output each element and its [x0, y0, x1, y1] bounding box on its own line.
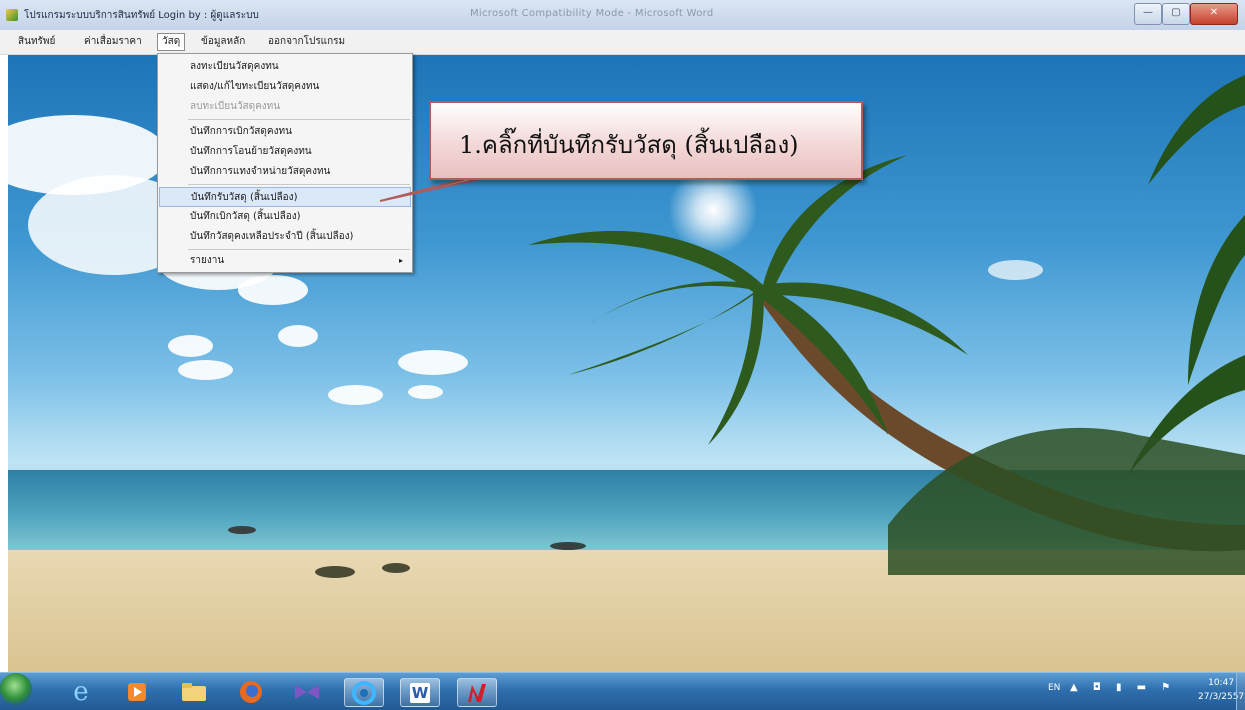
- menu-item-dispose-durable[interactable]: บันทึกการแทงจำหน่ายวัสดุคงทน: [159, 162, 411, 182]
- play-icon: [128, 682, 146, 701]
- internet-explorer-icon[interactable]: e: [62, 677, 100, 707]
- menu-item-yearly-remaining-consumables[interactable]: บันทึกวัสดุคงเหลือประจำปี (สิ้นเปลือง): [159, 227, 411, 247]
- window-title: โปรแกรมระบบบริการสินทรัพย์ Login by : ผู…: [24, 10, 259, 21]
- menu-master-data[interactable]: ข้อมูลหลัก: [197, 34, 249, 50]
- red-app-icon[interactable]: [457, 678, 497, 707]
- menu-bar: สินทรัพย์ ค่าเสื่อมราคา วัสดุ ข้อมูลหลัก…: [0, 30, 1245, 55]
- title-bar: โปรแกรมระบบบริการสินทรัพย์ Login by : ผู…: [0, 0, 1245, 31]
- submenu-arrow-icon: ▸: [398, 256, 403, 265]
- menu-separator: [188, 119, 410, 120]
- bowtie-icon: [295, 684, 319, 699]
- background-window-title: Microsoft Compatibility Mode - Microsoft…: [470, 8, 714, 19]
- maximize-button[interactable]: ▢: [1162, 3, 1190, 25]
- close-button[interactable]: ✕: [1190, 3, 1238, 25]
- materials-dropdown-menu: ลงทะเบียนวัสดุคงทน แสดง/แก้ไขทะเบียนวัสด…: [157, 53, 413, 273]
- menu-separator: [188, 249, 410, 250]
- menu-item-reports[interactable]: รายงาน ▸: [159, 251, 411, 271]
- app-icon: [6, 9, 18, 21]
- menu-item-withdraw-consumables[interactable]: บันทึกเบิกวัสดุ (สิ้นเปลือง): [159, 207, 411, 227]
- word-icon[interactable]: W: [400, 678, 440, 707]
- menu-assets[interactable]: สินทรัพย์: [14, 34, 59, 50]
- visual-studio-icon[interactable]: [288, 678, 326, 705]
- media-player-icon[interactable]: [118, 678, 156, 705]
- instruction-callout: 1.คลิ๊กที่บันทึกรับวัสดุ (สิ้นเปลือง): [429, 101, 863, 180]
- menu-item-edit-durable-register[interactable]: แสดง/แก้ไขทะเบียนวัสดุคงทน: [159, 77, 411, 97]
- folder-icon: [182, 682, 206, 701]
- firefox-globe-icon: [240, 680, 262, 703]
- taskbar: e W EN ▲ ◘ ▮ ▬ ⚑ 10:47 27/3/2557: [0, 672, 1245, 710]
- show-desktop-button[interactable]: [1236, 673, 1245, 710]
- menu-item-transfer-durable[interactable]: บันทึกการโอนย้ายวัสดุคงทน: [159, 142, 411, 162]
- menu-item-receive-consumables[interactable]: บันทึกรับวัสดุ (สิ้นเปลือง): [159, 187, 411, 207]
- menu-exit[interactable]: ออกจากโปรแกรม: [264, 34, 349, 50]
- language-indicator[interactable]: EN: [1048, 683, 1060, 693]
- menu-item-register-durable[interactable]: ลงทะเบียนวัสดุคงทน: [159, 57, 411, 77]
- firefox-icon[interactable]: [232, 678, 270, 705]
- menu-item-reports-label: รายงาน: [190, 255, 225, 266]
- menu-item-delete-durable-register[interactable]: ลบทะเบียนวัสดุคงทน: [159, 97, 411, 117]
- menu-separator: [188, 184, 410, 185]
- red-n-logo-icon: [468, 683, 486, 702]
- callout-text: 1.คลิ๊กที่บันทึกรับวัสดุ (สิ้นเปลือง): [459, 131, 799, 159]
- explorer-folder-icon[interactable]: [175, 678, 213, 705]
- system-tray-icons[interactable]: ▲ ◘ ▮ ▬ ⚑: [1070, 682, 1176, 693]
- menu-depreciation[interactable]: ค่าเสื่อมราคา: [80, 34, 146, 50]
- sync-app-icon[interactable]: [344, 678, 384, 707]
- word-logo: W: [410, 682, 430, 703]
- start-button[interactable]: [0, 673, 32, 705]
- menu-item-withdraw-durable[interactable]: บันทึกการเบิกวัสดุคงทน: [159, 122, 411, 142]
- menu-materials[interactable]: วัสดุ: [157, 33, 186, 51]
- minimize-button[interactable]: —: [1134, 3, 1162, 25]
- sync-icon: [352, 680, 376, 705]
